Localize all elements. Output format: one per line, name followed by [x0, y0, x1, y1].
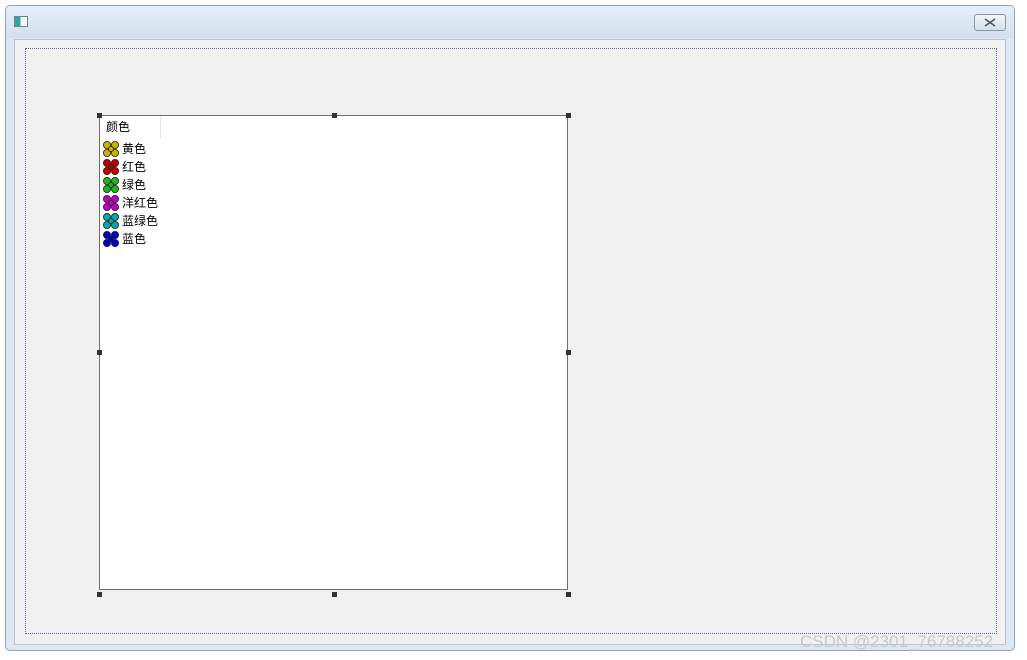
resize-handle-bottom-right[interactable]	[566, 592, 571, 597]
resize-handle-top-left[interactable]	[97, 113, 102, 118]
list-item-label: 绿色	[122, 178, 147, 192]
close-button[interactable]	[974, 14, 1006, 31]
list-item-label: 黄色	[122, 142, 147, 156]
list-items: 黄色红色绿色洋红色蓝绿色蓝色	[103, 140, 173, 248]
resize-handle-bottom-center[interactable]	[332, 592, 337, 597]
resize-handle-top-right[interactable]	[566, 113, 571, 118]
flower-icon	[103, 213, 119, 229]
app-window-icon	[14, 16, 28, 27]
list-item[interactable]: 黄色	[103, 140, 173, 158]
form-client-area: 颜色 黄色红色绿色洋红色蓝绿色蓝色	[14, 39, 1006, 645]
title-bar[interactable]	[6, 6, 1014, 38]
watermark: CSDN @2301_76788252	[800, 632, 994, 651]
list-item-label: 蓝色	[122, 232, 147, 246]
resize-handle-bottom-left[interactable]	[97, 592, 102, 597]
flower-icon	[103, 159, 119, 175]
column-header-label: 颜色	[106, 120, 131, 134]
list-item-label: 蓝绿色	[122, 214, 159, 228]
flower-icon	[103, 231, 119, 247]
color-list-view[interactable]: 颜色 黄色红色绿色洋红色蓝绿色蓝色	[99, 115, 568, 590]
list-item[interactable]: 红色	[103, 158, 173, 176]
list-item-label: 红色	[122, 160, 147, 174]
resize-handle-middle-right[interactable]	[566, 350, 571, 355]
flower-icon	[103, 177, 119, 193]
flower-icon	[103, 141, 119, 157]
list-item[interactable]: 蓝色	[103, 230, 173, 248]
list-item[interactable]: 蓝绿色	[103, 212, 173, 230]
list-item[interactable]: 洋红色	[103, 194, 173, 212]
flower-icon	[103, 195, 119, 211]
list-item[interactable]: 绿色	[103, 176, 173, 194]
resize-handle-middle-left[interactable]	[97, 350, 102, 355]
dialog-window: 颜色 黄色红色绿色洋红色蓝绿色蓝色	[5, 5, 1015, 651]
column-header[interactable]: 颜色	[100, 116, 161, 138]
form-design-surface: 颜色 黄色红色绿色洋红色蓝绿色蓝色	[25, 48, 997, 634]
resize-handle-top-center[interactable]	[332, 113, 337, 118]
close-icon	[984, 18, 996, 27]
list-item-label: 洋红色	[122, 196, 159, 210]
